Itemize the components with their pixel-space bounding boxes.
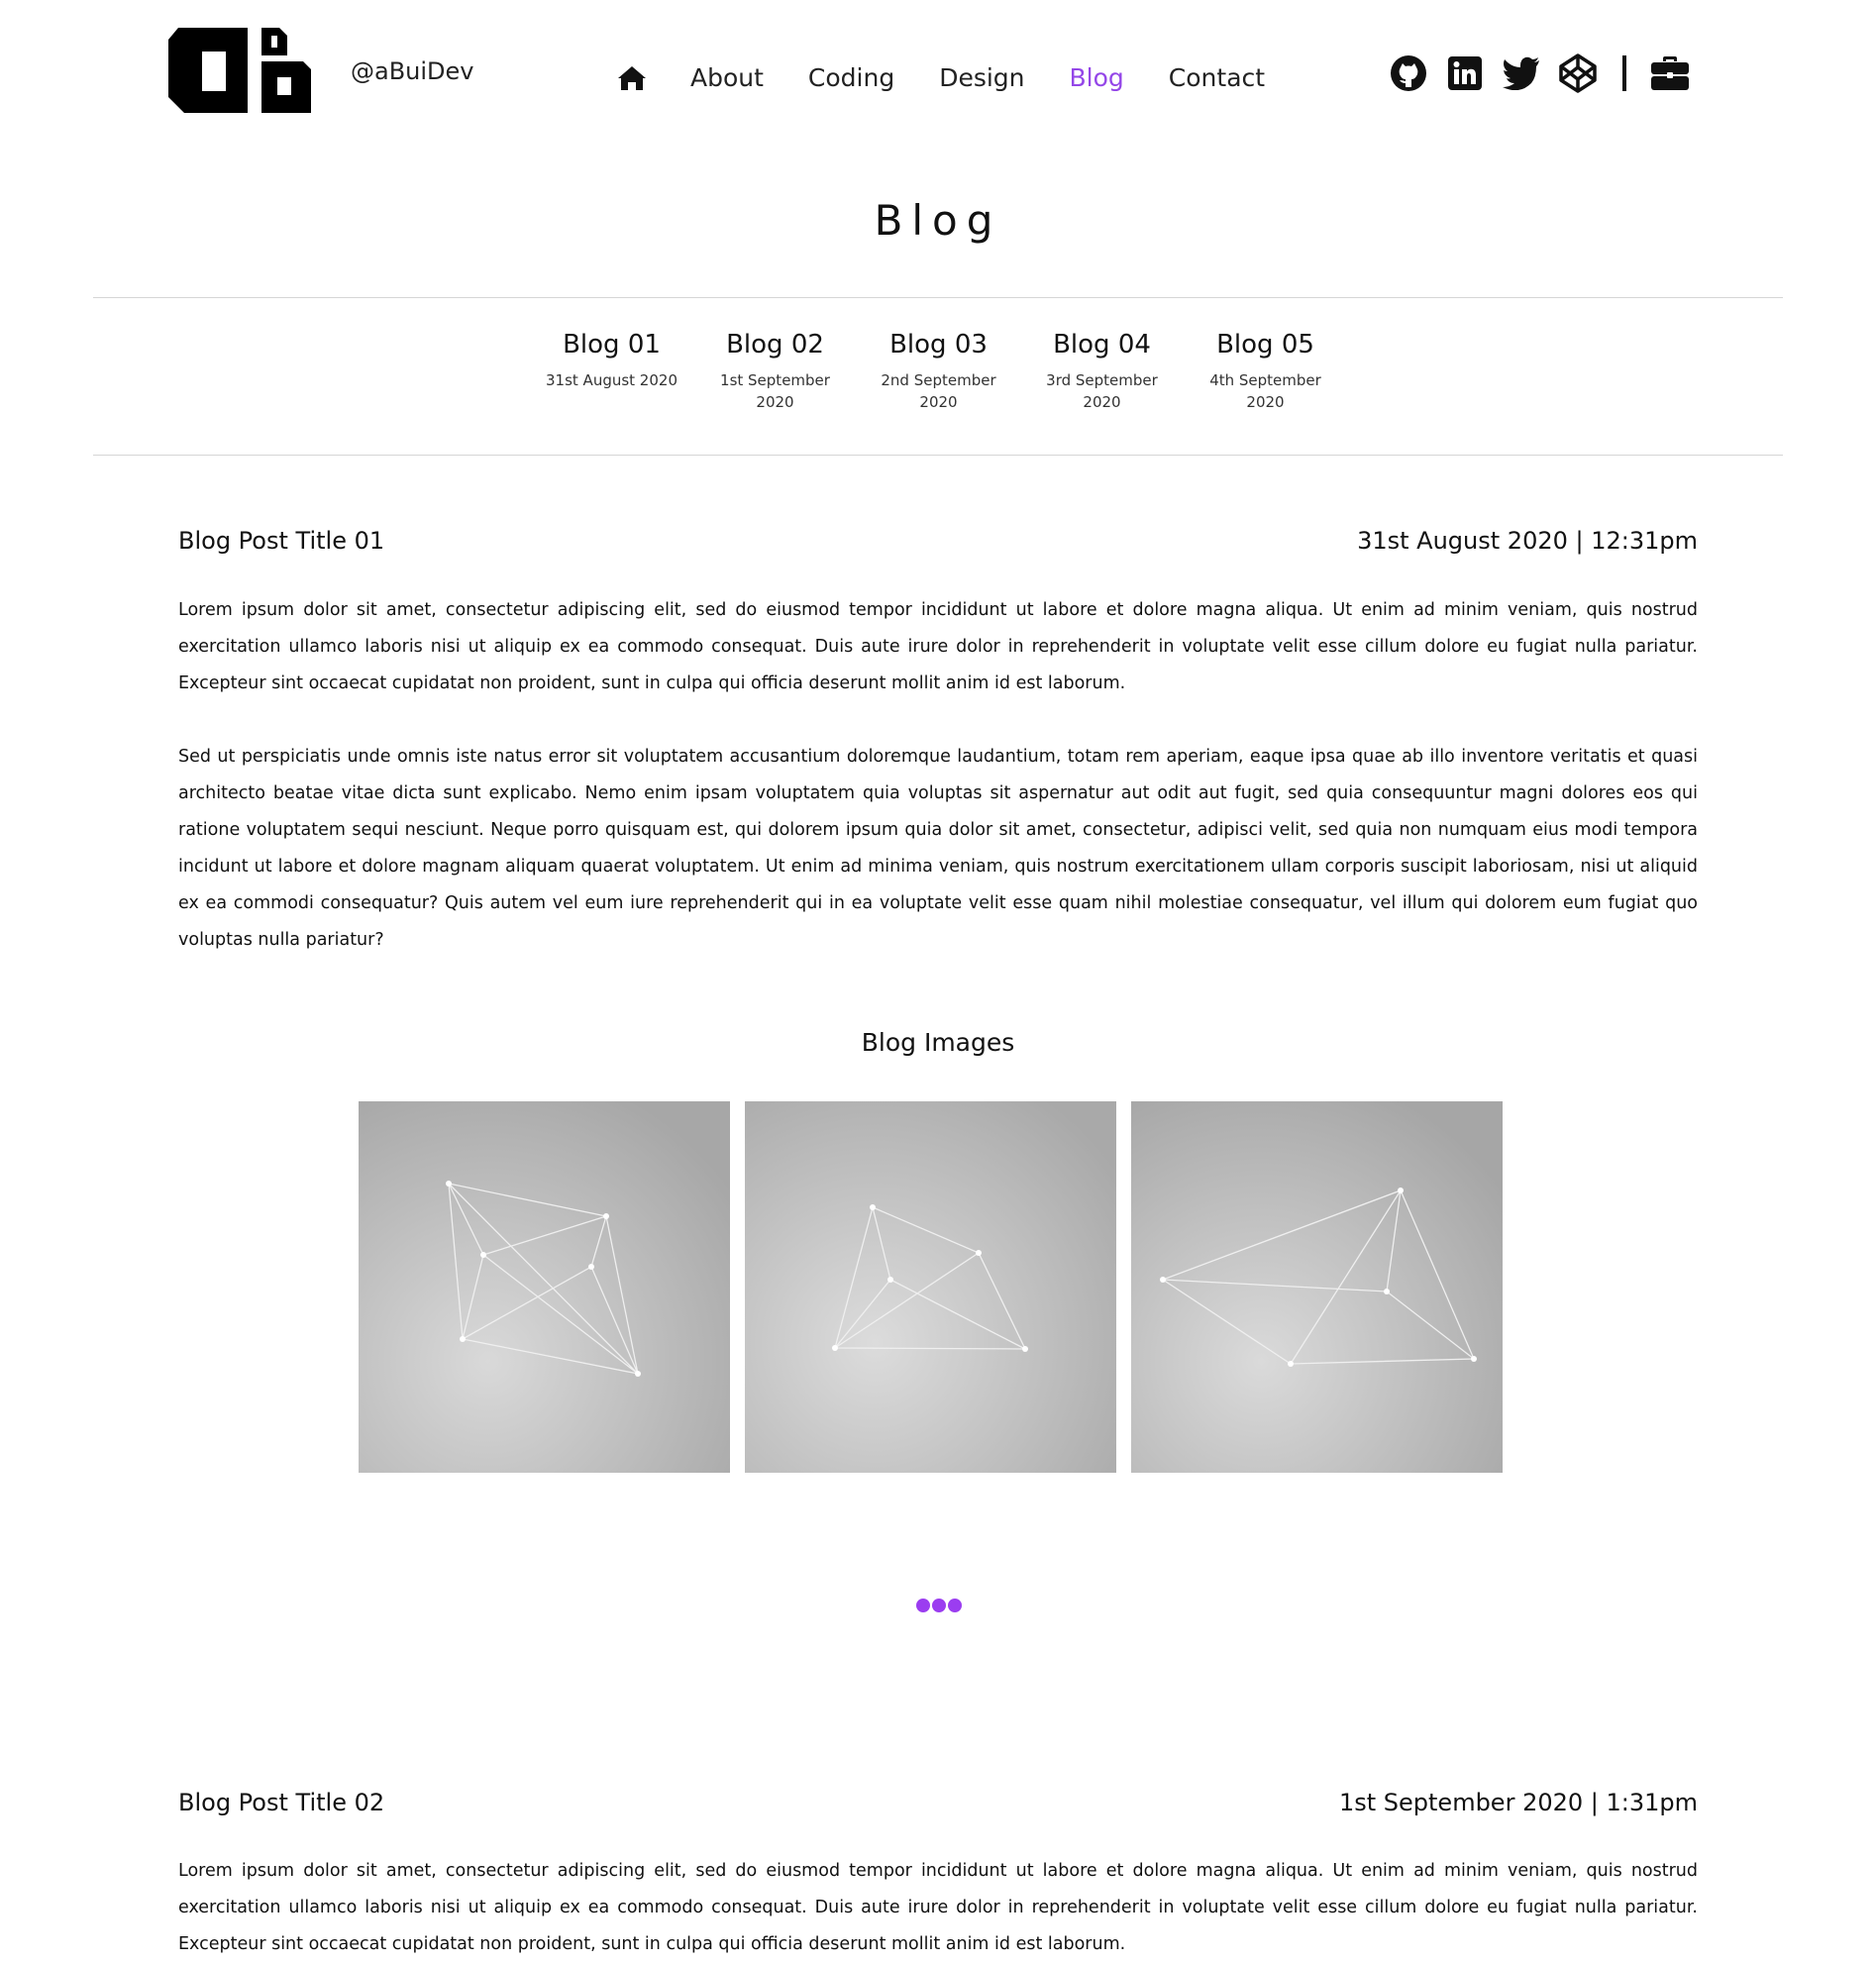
nav-design[interactable]: Design — [939, 63, 1024, 92]
post-paragraph: Lorem ipsum dolor sit amet, consectetur … — [178, 600, 1698, 693]
blog-tab-title: Blog 01 — [563, 330, 661, 360]
nav-coding[interactable]: Coding — [808, 63, 894, 92]
network-graph-image[interactable] — [745, 1101, 1116, 1473]
github-icon[interactable] — [1389, 53, 1428, 93]
site-header: @aBuiDev About Coding Design Blog Contac… — [0, 0, 1876, 149]
social-links — [1389, 53, 1707, 93]
blog-tab-title: Blog 05 — [1216, 330, 1314, 360]
divider — [93, 297, 1783, 298]
blog-tab-date: 31st August 2020 — [546, 371, 677, 389]
dot — [948, 1599, 962, 1612]
post-paragraph: Sed ut perspiciatis unde omnis iste natu… — [178, 747, 1698, 950]
divider — [93, 455, 1783, 456]
site-handle: @aBuiDev — [351, 57, 474, 85]
blog-tab-title: Blog 04 — [1053, 330, 1151, 360]
blog-tab-title: Blog 03 — [889, 330, 988, 360]
page-title: Blog — [874, 196, 1002, 245]
blog-image-gallery — [359, 1101, 1517, 1473]
blog-tab-date: 3rd September 2020 — [1046, 371, 1158, 411]
post-header: Blog Post Title 02 1st September 2020 | … — [178, 1789, 1698, 1816]
post-title: Blog Post Title 02 — [178, 1789, 385, 1816]
twitter-icon[interactable] — [1502, 53, 1541, 93]
blog-tab-01[interactable]: Blog 01 31st August 2020 — [530, 330, 693, 413]
codepen-icon[interactable] — [1558, 53, 1598, 93]
post-datetime: 31st August 2020 | 12:31pm — [1357, 527, 1698, 555]
post-datetime: 1st September 2020 | 1:31pm — [1338, 1789, 1698, 1816]
main-nav: About Coding Design Blog Contact — [617, 63, 1309, 92]
network-graph-image[interactable] — [1131, 1101, 1503, 1473]
home-icon[interactable] — [617, 64, 647, 92]
ab-monogram-logo[interactable] — [166, 26, 312, 117]
post-header: Blog Post Title 01 31st August 2020 | 12… — [178, 527, 1698, 555]
network-graph-image[interactable] — [359, 1101, 730, 1473]
blog-images-heading: Blog Images — [861, 1028, 1015, 1057]
blog-tab-05[interactable]: Blog 05 4th September 2020 — [1184, 330, 1347, 413]
nav-about[interactable]: About — [690, 63, 764, 92]
nav-contact[interactable]: Contact — [1169, 63, 1265, 92]
more-dots-icon[interactable] — [916, 1599, 964, 1612]
blog-tab-02[interactable]: Blog 02 1st September 2020 — [693, 330, 857, 413]
blog-tabs: Blog 01 31st August 2020 Blog 02 1st Sep… — [530, 330, 1347, 413]
dot — [932, 1599, 946, 1612]
linkedin-icon[interactable] — [1445, 53, 1485, 93]
social-divider — [1622, 55, 1626, 91]
post-title: Blog Post Title 01 — [178, 527, 385, 555]
briefcase-icon[interactable] — [1650, 53, 1690, 93]
blog-tab-title: Blog 02 — [726, 330, 824, 360]
blog-tab-date: 4th September 2020 — [1209, 371, 1321, 411]
blog-tab-03[interactable]: Blog 03 2nd September 2020 — [857, 330, 1020, 413]
blog-tab-date: 1st September 2020 — [720, 371, 830, 411]
nav-blog[interactable]: Blog — [1070, 63, 1124, 92]
post-paragraph: Lorem ipsum dolor sit amet, consectetur … — [178, 1861, 1698, 1954]
blog-tab-date: 2nd September 2020 — [881, 371, 996, 411]
blog-tab-04[interactable]: Blog 04 3rd September 2020 — [1020, 330, 1184, 413]
dot — [916, 1599, 930, 1612]
